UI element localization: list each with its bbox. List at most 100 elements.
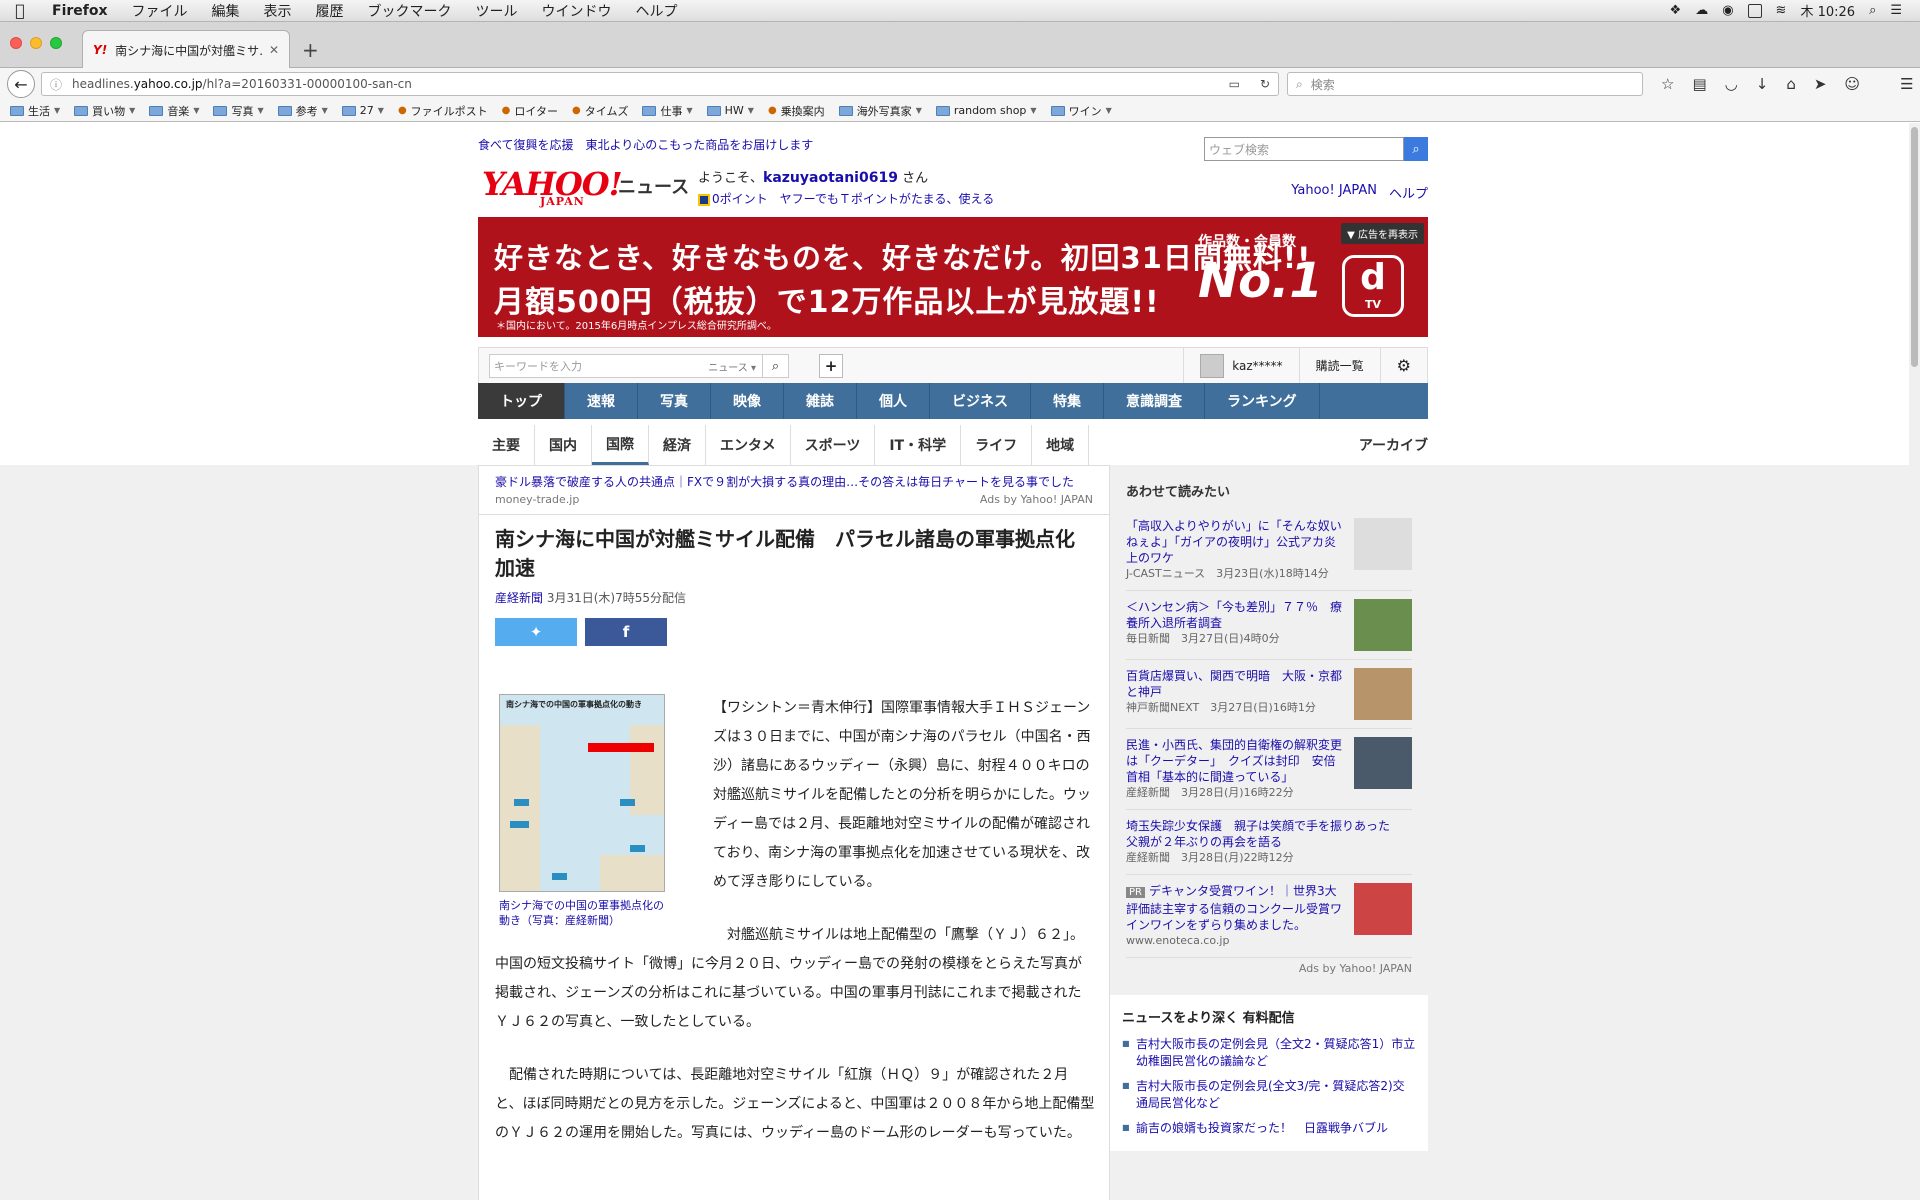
back-button[interactable]: ← bbox=[7, 70, 35, 98]
site-info-icon[interactable]: ⓘ bbox=[50, 76, 62, 93]
article-thumbnail[interactable] bbox=[1354, 737, 1412, 789]
bookmark-folder[interactable]: 写真 ▼ bbox=[213, 103, 264, 119]
wifi-alt-icon[interactable]: ◉ bbox=[1722, 3, 1733, 18]
article-thumbnail[interactable] bbox=[1354, 668, 1412, 720]
related-article-title[interactable]: ＜ハンセン病＞「今も差別」７７％ 療養所入退所者調査 bbox=[1126, 599, 1346, 631]
zoom-window-button[interactable] bbox=[50, 37, 62, 49]
sub-nav-item[interactable]: 主要 bbox=[478, 425, 535, 465]
wine-thumbnail[interactable] bbox=[1354, 883, 1412, 935]
article-thumbnail[interactable] bbox=[1354, 518, 1412, 570]
sponsored-link[interactable]: 豪ドル暴落で破産する人の共通点｜FXで９割が大損する真の理由…その答えは毎日チャ… bbox=[479, 466, 1109, 515]
reload-icon[interactable]: ↻ bbox=[1260, 77, 1270, 91]
username-link[interactable]: kazuyaotani0619 bbox=[763, 170, 898, 186]
sub-nav-item[interactable]: IT・科学 bbox=[875, 425, 962, 465]
help-link[interactable]: ヘルプ bbox=[1389, 183, 1428, 202]
minimize-window-button[interactable] bbox=[30, 37, 42, 49]
bookmark-site[interactable]: ● ロイター bbox=[502, 103, 558, 119]
sponsored-link-title[interactable]: 豪ドル暴落で破産する人の共通点｜FXで９割が大損する真の理由…その答えは毎日チャ… bbox=[495, 474, 1093, 491]
chat-icon[interactable]: ☺ bbox=[1844, 75, 1860, 93]
home-icon[interactable]: ⌂ bbox=[1786, 75, 1796, 93]
pr-row[interactable]: PR デキャンタ受賞ワイン！｜世界3大評価誌主宰する信頼のコンクール受賞ワインワイ… bbox=[1126, 875, 1412, 958]
menu-file[interactable]: ファイル bbox=[120, 1, 200, 21]
facebook-share-button[interactable]: f bbox=[585, 618, 667, 646]
yahoo-japan-link[interactable]: Yahoo! JAPAN bbox=[1291, 183, 1377, 202]
main-nav-item[interactable]: 速報 bbox=[565, 383, 638, 419]
menu-edit[interactable]: 編集 bbox=[200, 1, 252, 21]
twitter-share-button[interactable]: ✦ bbox=[495, 618, 577, 646]
url-bar[interactable]: ⓘ headlines.yahoo.co.jp/hl?a=20160331-00… bbox=[41, 72, 1279, 96]
dropbox-icon[interactable]: ❖ bbox=[1670, 3, 1682, 18]
download-icon[interactable]: ↓ bbox=[1756, 75, 1769, 93]
menu-history[interactable]: 履歴 bbox=[304, 1, 356, 21]
ad-banner[interactable]: 好きなとき、好きなものを、好きなだけ。初回31日間無料!! 月額500円（税抜）… bbox=[478, 217, 1428, 337]
related-article-title[interactable]: 民進・小西氏、集団的自衛権の解釈変更は「クーデター」 クイズは封印 安倍首相「基… bbox=[1126, 737, 1346, 785]
related-article[interactable]: ＜ハンセン病＞「今も差別」７７％ 療養所入退所者調査 毎日新聞 3月27日(日)4… bbox=[1126, 591, 1412, 660]
search-scope-select[interactable]: ニュース ▾ bbox=[708, 359, 762, 374]
bookmark-folder[interactable]: ワイン ▼ bbox=[1050, 103, 1112, 119]
web-search-input[interactable]: ウェブ検索 bbox=[1204, 137, 1404, 161]
pocket-icon[interactable]: ◡ bbox=[1725, 75, 1738, 93]
search-bar[interactable]: ⌕ 検索 bbox=[1287, 72, 1643, 96]
points-link[interactable]: 0ポイント ヤフーでもＴポイントがたまる、使える bbox=[712, 192, 994, 206]
main-nav-item[interactable]: 雑誌 bbox=[784, 383, 857, 419]
related-article[interactable]: 「高収入よりやりがい」に「そんな奴いねぇよ」「ガイアの夜明け」公式アカ炎上のワケ… bbox=[1126, 510, 1412, 591]
menu-app-firefox[interactable]: Firefox bbox=[40, 3, 120, 19]
pr-title[interactable]: デキャンタ受賞ワイン！｜世界3大評価誌主宰する信頼のコンクール受賞ワインワインを… bbox=[1126, 884, 1342, 932]
main-nav-item[interactable]: ビジネス bbox=[930, 383, 1031, 419]
menu-view[interactable]: 表示 bbox=[252, 1, 304, 21]
bookmark-folder[interactable]: 生活 ▼ bbox=[10, 103, 60, 119]
bookmark-folder[interactable]: 参考 ▼ bbox=[277, 103, 328, 119]
paid-news-item[interactable]: 吉村大阪市長の定例会見（全文2・質疑応答1）市立幼稚園民営化の議論など bbox=[1122, 1034, 1416, 1076]
keyword-search-button[interactable]: ⌕ bbox=[762, 355, 788, 377]
bookmark-folder[interactable]: 音楽 ▼ bbox=[149, 103, 199, 119]
clock[interactable]: 木 10:26 bbox=[1800, 1, 1855, 20]
browser-tab-active[interactable]: Y! 南シナ海に中国が対艦ミサ… ✕ bbox=[82, 30, 290, 69]
sub-nav-item[interactable]: 経済 bbox=[649, 425, 706, 465]
bookmark-folder[interactable]: 海外写真家 ▼ bbox=[838, 103, 922, 119]
related-article-title[interactable]: 埼玉失踪少女保護 親子は笑顔で手を振りあった 父親が２年ぶりの再会を語る bbox=[1126, 818, 1412, 850]
hamburger-menu-icon[interactable]: ☰ bbox=[1900, 75, 1913, 93]
menu-window[interactable]: ウインドウ bbox=[530, 1, 624, 21]
bookmark-folder[interactable]: 買い物 ▼ bbox=[74, 103, 135, 119]
menu-help[interactable]: ヘルプ bbox=[624, 1, 690, 21]
input-method-icon[interactable] bbox=[1747, 3, 1762, 18]
bookmark-folder[interactable]: HW ▼ bbox=[706, 104, 754, 117]
subscriptions-link[interactable]: 購読一覧 bbox=[1298, 348, 1380, 383]
ads-by-label[interactable]: Ads by Yahoo! JAPAN bbox=[1126, 958, 1412, 985]
bookmark-site[interactable]: ● タイムズ bbox=[572, 103, 629, 119]
redisplay-ad-button[interactable]: ▼ 広告を再表示 bbox=[1341, 223, 1424, 244]
related-article-title[interactable]: 百貨店爆買い、関西で明暗 大阪・京都と神戸 bbox=[1126, 668, 1346, 700]
menu-tools[interactable]: ツール bbox=[464, 1, 530, 21]
notification-center-icon[interactable]: ☰ bbox=[1890, 3, 1902, 18]
sub-nav-item[interactable]: 国際 bbox=[592, 425, 649, 465]
settings-button[interactable]: ⚙ bbox=[1379, 348, 1427, 383]
sub-nav-item[interactable]: 地域 bbox=[1032, 425, 1090, 465]
yahoo-japan-logo[interactable]: YAHOO! JAPAN bbox=[482, 165, 623, 208]
user-menu[interactable]: kaz***** bbox=[1183, 348, 1298, 383]
main-nav-item[interactable]: 写真 bbox=[638, 383, 711, 419]
news-section-label[interactable]: ニュース bbox=[618, 173, 689, 199]
paid-news-item[interactable]: 吉村大阪市長の定例会見(全文3/完・質疑応答2)交通局民営化など bbox=[1122, 1076, 1416, 1118]
archive-link[interactable]: アーカイブ bbox=[1359, 435, 1428, 455]
close-tab-icon[interactable]: ✕ bbox=[269, 43, 279, 57]
spotlight-icon[interactable]: ⌕ bbox=[1869, 3, 1876, 18]
apple-menu-icon[interactable]:  bbox=[0, 1, 40, 20]
promo-link[interactable]: 食べて復興を応援 東北より心のこもった商品をお届けします bbox=[478, 136, 813, 153]
bookmark-star-icon[interactable]: ☆ bbox=[1661, 75, 1674, 93]
bookmark-folder[interactable]: 27 ▼ bbox=[341, 104, 384, 117]
send-icon[interactable]: ➤ bbox=[1814, 75, 1827, 93]
main-nav-item[interactable]: トップ bbox=[478, 383, 565, 419]
paid-news-item[interactable]: 諭吉の娘婿も投資家だった！ 日露戦争バブル bbox=[1122, 1118, 1416, 1143]
add-button[interactable]: + bbox=[819, 354, 843, 378]
sub-nav-item[interactable]: エンタメ bbox=[706, 425, 791, 465]
related-article[interactable]: 百貨店爆買い、関西で明暗 大阪・京都と神戸 神戸新聞NEXT 3月27日(日)16… bbox=[1126, 660, 1412, 729]
related-article-title[interactable]: 「高収入よりやりがい」に「そんな奴いねぇよ」「ガイアの夜明け」公式アカ炎上のワケ bbox=[1126, 518, 1346, 566]
bookmark-folder[interactable]: 仕事 ▼ bbox=[642, 103, 693, 119]
url-text[interactable]: headlines.yahoo.co.jp/hl?a=20160331-0000… bbox=[72, 77, 1229, 91]
sub-nav-item[interactable]: スポーツ bbox=[791, 425, 876, 465]
reading-list-icon[interactable]: ▤ bbox=[1692, 75, 1706, 93]
new-tab-button[interactable]: + bbox=[302, 38, 319, 62]
cloud-icon[interactable]: ☁ bbox=[1695, 3, 1708, 18]
related-article[interactable]: 民進・小西氏、集団的自衛権の解釈変更は「クーデター」 クイズは封印 安倍首相「基… bbox=[1126, 729, 1412, 810]
sub-nav-item[interactable]: 国内 bbox=[535, 425, 592, 465]
